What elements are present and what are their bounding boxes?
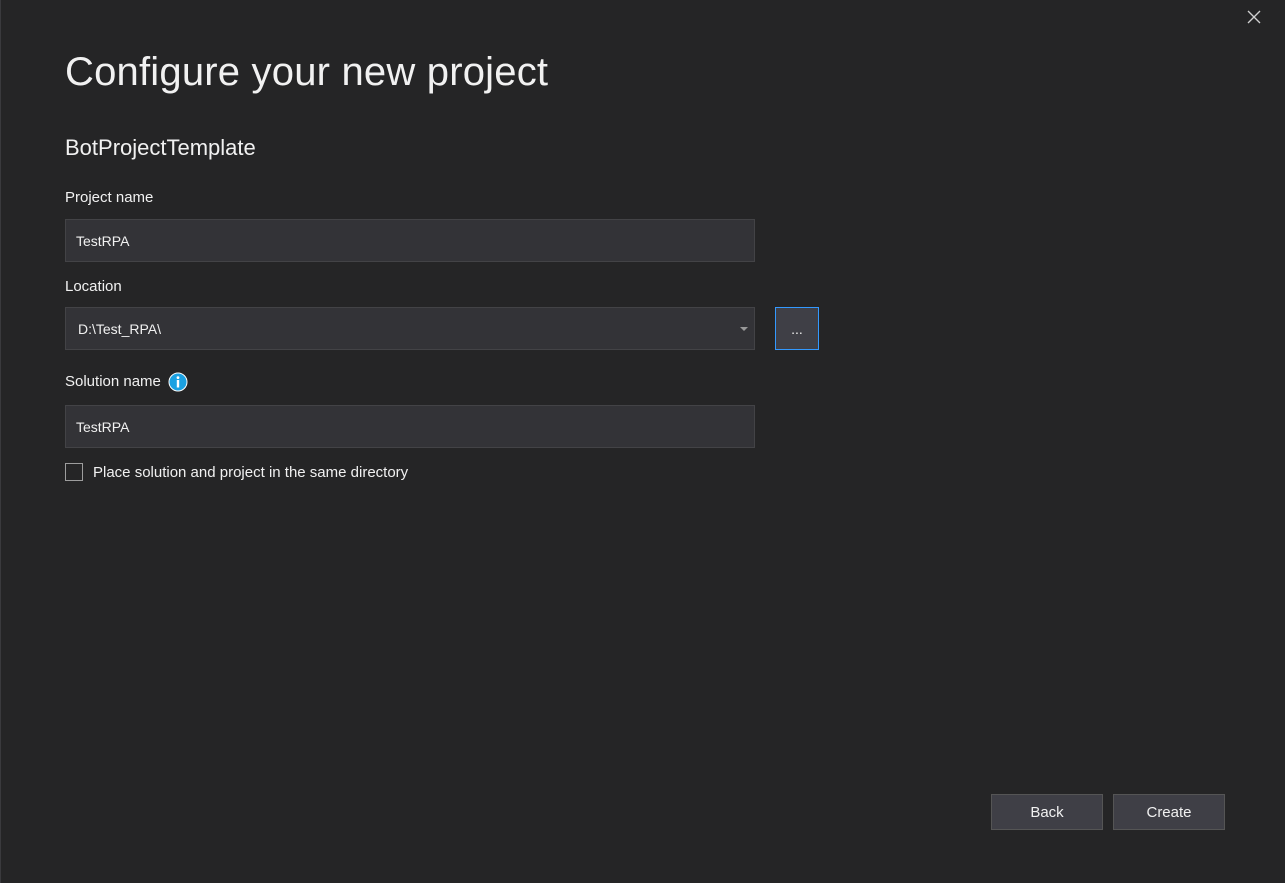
template-name: BotProjectTemplate xyxy=(65,135,256,160)
same-directory-label[interactable]: Place solution and project in the same d… xyxy=(93,464,408,481)
page-title: Configure your new project xyxy=(65,50,549,94)
browse-location-button[interactable]: ... xyxy=(775,307,819,350)
project-name-input[interactable] xyxy=(65,219,755,262)
location-value: D:\Test_RPA\ xyxy=(78,320,161,337)
configure-project-dialog: Configure your new project BotProjectTem… xyxy=(0,0,1285,883)
close-icon xyxy=(1247,10,1261,24)
location-label: Location xyxy=(65,278,122,295)
create-button[interactable]: Create xyxy=(1113,794,1225,830)
same-directory-option[interactable]: Place solution and project in the same d… xyxy=(65,463,408,481)
close-button[interactable] xyxy=(1243,6,1265,28)
chevron-down-icon[interactable] xyxy=(740,327,748,331)
project-name-label: Project name xyxy=(65,189,154,206)
same-directory-checkbox[interactable] xyxy=(65,463,83,481)
info-icon[interactable] xyxy=(168,372,188,392)
location-combobox[interactable]: D:\Test_RPA\ xyxy=(65,307,755,350)
back-button[interactable]: Back xyxy=(991,794,1103,830)
solution-name-input[interactable] xyxy=(65,405,755,448)
solution-name-label: Solution name xyxy=(65,373,161,390)
